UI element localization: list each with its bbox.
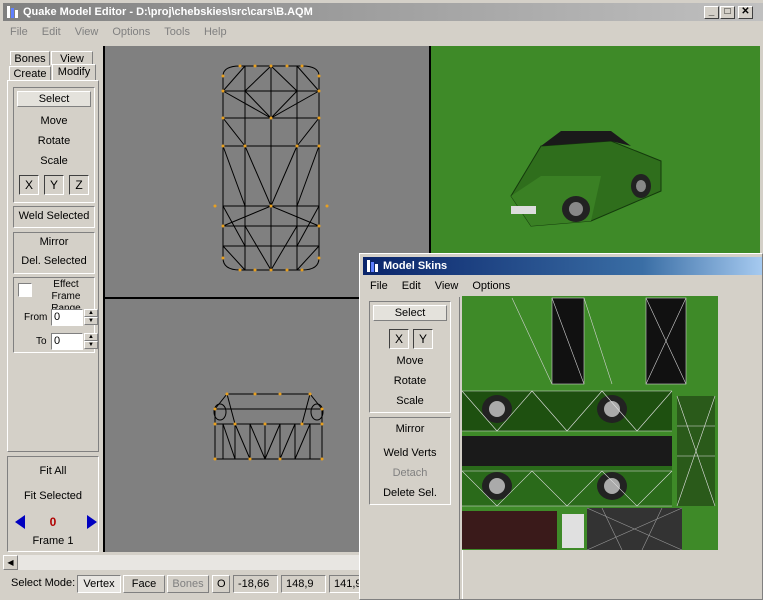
tab-view[interactable]: View: [51, 51, 93, 65]
frame-label: Frame 1: [32, 535, 74, 547]
menu-options[interactable]: Options: [105, 23, 157, 41]
from-spin-down-icon[interactable]: ▼: [84, 317, 98, 325]
menu-edit[interactable]: Edit: [35, 23, 68, 41]
scale-button[interactable]: Scale: [17, 155, 91, 167]
skins-menu-options[interactable]: Options: [465, 277, 517, 295]
to-label: To: [36, 336, 47, 347]
mode-bones-button[interactable]: Bones: [167, 575, 209, 593]
skin-texture: [462, 296, 718, 550]
horizontal-scrollbar[interactable]: ◀: [3, 555, 360, 570]
skins-move-button[interactable]: Move: [373, 355, 447, 367]
select-button[interactable]: Select: [17, 91, 91, 107]
main-title-bar[interactable]: Quake Model Editor - D:\proj\chebskies\s…: [3, 3, 763, 21]
main-title-text: Quake Model Editor - D:\proj\chebskies\s…: [23, 6, 313, 18]
skins-menu-file[interactable]: File: [363, 277, 395, 295]
select-mode-label: Select Mode:: [11, 577, 76, 589]
skins-select-button[interactable]: Select: [373, 305, 447, 321]
move-button[interactable]: Move: [17, 115, 91, 127]
to-spin-down-icon[interactable]: ▼: [84, 341, 98, 349]
to-input[interactable]: 0: [51, 333, 83, 350]
menu-tools[interactable]: Tools: [157, 23, 197, 41]
tab-modify[interactable]: Modify: [52, 64, 96, 80]
from-spin-up-icon[interactable]: ▲: [84, 309, 98, 317]
menu-file[interactable]: File: [3, 23, 35, 41]
axis-z-toggle[interactable]: Z: [69, 175, 89, 195]
skins-axis-y-toggle[interactable]: Y: [413, 329, 433, 349]
rotate-button[interactable]: Rotate: [17, 135, 91, 147]
main-menu-bar: File Edit View Options Tools Help: [3, 23, 763, 41]
transform-group: Select Move Rotate Scale X Y Z: [13, 87, 95, 203]
o-button[interactable]: O: [212, 575, 230, 593]
skins-menu-view[interactable]: View: [428, 277, 466, 295]
fit-all-button[interactable]: Fit All: [8, 465, 98, 477]
axis-y-toggle[interactable]: Y: [44, 175, 64, 195]
coord-y: 148,9: [281, 575, 326, 593]
frame-range-group: Effect Frame Range From 0 ▲▼ To 0 ▲▼: [13, 277, 98, 353]
maximize-button[interactable]: □: [720, 6, 735, 19]
axis-x-toggle[interactable]: X: [19, 175, 39, 195]
close-button[interactable]: ✕: [738, 6, 753, 19]
from-spinner[interactable]: ▲ ▼: [84, 309, 98, 325]
weld-selected-button[interactable]: Weld Selected: [14, 210, 94, 222]
fit-selected-button[interactable]: Fit Selected: [8, 490, 98, 502]
weld-group: Weld Selected: [13, 206, 95, 228]
to-spin-up-icon[interactable]: ▲: [84, 333, 98, 341]
next-frame-icon[interactable]: [86, 515, 98, 529]
detach-button[interactable]: Detach: [370, 467, 450, 479]
menu-help[interactable]: Help: [197, 23, 234, 41]
coord-z: 141,9: [329, 575, 360, 593]
from-label: From: [24, 312, 48, 323]
scroll-left-icon[interactable]: ◀: [3, 555, 18, 570]
skins-app-icon: [367, 260, 378, 272]
frame-number: 0: [49, 515, 57, 529]
skins-menu-edit[interactable]: Edit: [395, 277, 428, 295]
delete-sel-button[interactable]: Delete Sel.: [370, 487, 450, 499]
from-input[interactable]: 0: [51, 309, 83, 326]
tab-create[interactable]: Create: [9, 66, 51, 80]
view-controls-group: Fit All Fit Selected 0 Frame 1: [7, 456, 99, 552]
skins-axis-x-toggle[interactable]: X: [389, 329, 409, 349]
to-spinner[interactable]: ▲ ▼: [84, 333, 98, 349]
menu-view[interactable]: View: [68, 23, 106, 41]
skins-window: Model Skins File Edit View Options Select X…: [359, 253, 763, 600]
coord-x: -18,66: [233, 575, 278, 593]
status-bar: Select Mode: Vertex Face Bones O -18,66 …: [3, 573, 360, 595]
skins-transform-group: Select X Y Move Rotate Scale: [369, 301, 451, 413]
skins-scale-button[interactable]: Scale: [373, 395, 447, 407]
del-selected-button[interactable]: Del. Selected: [14, 255, 94, 267]
mode-face-button[interactable]: Face: [123, 575, 165, 593]
skins-edit-group: Mirror Weld Verts Detach Delete Sel.: [369, 417, 451, 505]
weld-verts-button[interactable]: Weld Verts: [370, 447, 450, 459]
skins-menu-bar: File Edit View Options: [363, 277, 762, 295]
skins-mirror-button[interactable]: Mirror: [370, 423, 450, 435]
tool-panel: Bones View Create Modify Select Move Rot…: [5, 46, 102, 554]
skins-rotate-button[interactable]: Rotate: [373, 375, 447, 387]
skins-title-text: Model Skins: [383, 260, 448, 272]
effect-frame-range-checkbox[interactable]: [18, 283, 32, 297]
tab-bones[interactable]: Bones: [10, 51, 50, 65]
skins-title-bar[interactable]: Model Skins: [363, 257, 762, 275]
skin-texture-view[interactable]: [462, 296, 718, 550]
mirror-group: Mirror Del. Selected: [13, 232, 95, 274]
minimize-button[interactable]: _: [704, 6, 719, 19]
mode-vertex-button[interactable]: Vertex: [77, 575, 121, 593]
modify-tab-page: Select Move Rotate Scale X Y Z Weld Sele…: [7, 80, 99, 452]
app-icon: [7, 6, 18, 18]
mirror-button[interactable]: Mirror: [14, 236, 94, 248]
